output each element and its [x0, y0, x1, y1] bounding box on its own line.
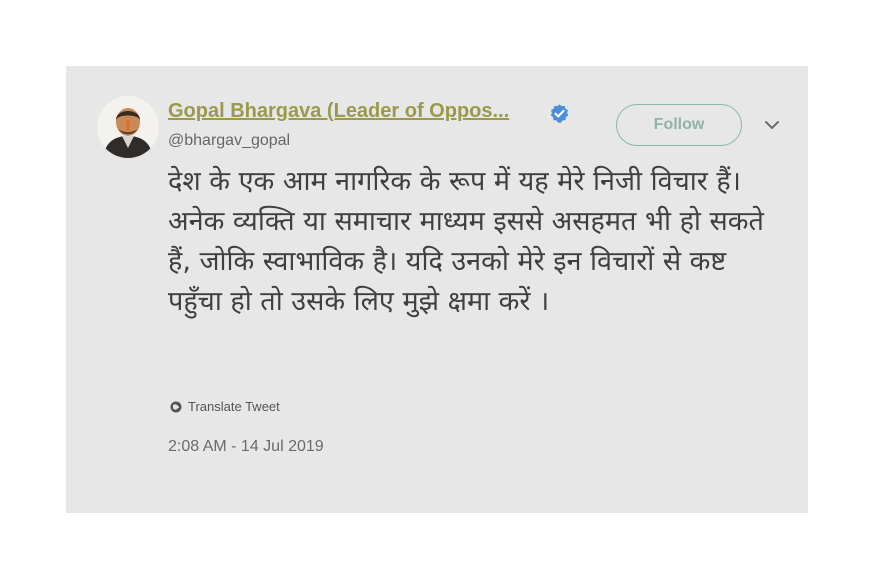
verified-badge-icon [550, 104, 569, 123]
chevron-down-icon[interactable] [763, 118, 781, 132]
avatar-photo [97, 96, 159, 158]
user-handle[interactable]: @bhargav_gopal [168, 132, 290, 150]
globe-icon [170, 401, 182, 412]
translate-tweet-link[interactable]: Translate Tweet [170, 399, 280, 414]
avatar[interactable] [97, 96, 159, 158]
translate-tweet-label: Translate Tweet [188, 399, 280, 414]
tweet-timestamp[interactable]: 2:08 AM - 14 Jul 2019 [168, 438, 324, 456]
follow-button[interactable]: Follow [616, 104, 742, 146]
tweet-text: देश के एक आम नागरिक के रूप में यह मेरे न… [168, 166, 764, 317]
display-name[interactable]: Gopal Bhargava (Leader of Oppos... [168, 100, 509, 123]
tweet-card: Gopal Bhargava (Leader of Oppos... @bhar… [66, 66, 808, 513]
